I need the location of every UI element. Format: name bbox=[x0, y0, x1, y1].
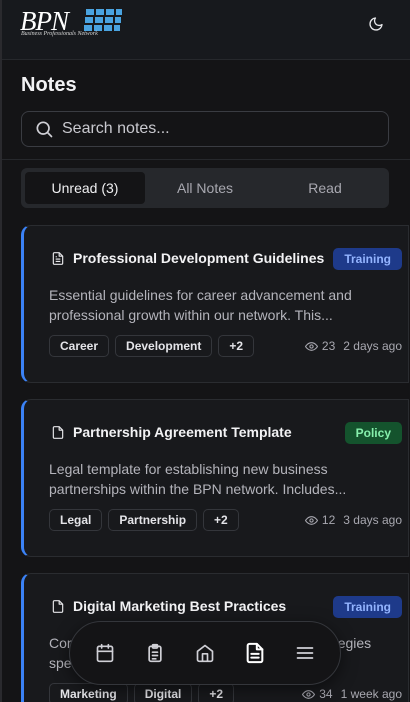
nav-menu-button[interactable] bbox=[285, 633, 325, 673]
tag[interactable]: Career bbox=[49, 335, 110, 357]
note-description: Legal template for establishing new busi… bbox=[49, 461, 347, 497]
tag-more[interactable]: +2 bbox=[203, 509, 239, 531]
category-badge: Policy bbox=[344, 422, 402, 444]
nav-home-button[interactable] bbox=[185, 633, 225, 673]
header-divider bbox=[2, 159, 410, 160]
home-icon bbox=[196, 644, 214, 663]
tag-more[interactable]: +2 bbox=[198, 683, 235, 702]
tag[interactable]: Partnership bbox=[108, 509, 198, 531]
note-tags: Marketing Digital +2 bbox=[49, 683, 235, 702]
app-frame: BPN Business Professionals Network Notes… bbox=[0, 0, 410, 702]
tag-more[interactable]: +2 bbox=[218, 335, 255, 357]
note-card[interactable]: Partnership Agreement Template Policy Le… bbox=[21, 399, 409, 557]
search-bar[interactable] bbox=[21, 111, 389, 147]
notes-icon bbox=[246, 642, 264, 664]
nav-tasks-button[interactable] bbox=[135, 633, 175, 673]
logo-grid-icon bbox=[84, 9, 122, 31]
logo-subtitle: Business Professionals Network bbox=[21, 31, 98, 37]
note-meta: 12 3 days ago bbox=[304, 513, 402, 527]
page-title: Notes bbox=[21, 74, 77, 96]
calendar-icon bbox=[96, 643, 114, 663]
notes-tabs: Unread (3) All Notes Read bbox=[21, 168, 389, 208]
eye-icon bbox=[304, 341, 318, 351]
note-tags: Legal Partnership +2 bbox=[49, 509, 239, 531]
theme-toggle-button[interactable] bbox=[364, 12, 388, 36]
note-meta: 34 1 week ago bbox=[302, 687, 402, 701]
document-icon bbox=[52, 599, 64, 613]
note-title: Professional Development Guidelines bbox=[73, 250, 325, 266]
nav-calendar-button[interactable] bbox=[85, 633, 125, 673]
tab-read[interactable]: Read bbox=[265, 172, 385, 204]
tag[interactable]: Legal bbox=[49, 509, 103, 531]
tag[interactable]: Digital bbox=[133, 683, 193, 702]
note-time: 2 days ago bbox=[343, 339, 402, 353]
bottom-navigation bbox=[69, 621, 341, 685]
nav-notes-button[interactable] bbox=[235, 633, 275, 673]
eye-icon bbox=[302, 689, 316, 699]
search-input[interactable] bbox=[62, 120, 362, 138]
note-title: Partnership Agreement Template bbox=[73, 424, 292, 440]
note-title: Digital Marketing Best Practices bbox=[73, 598, 287, 614]
document-text-icon bbox=[52, 251, 64, 265]
search-icon bbox=[36, 121, 53, 138]
bpn-logo[interactable]: BPN Business Professionals Network bbox=[20, 6, 130, 42]
note-card[interactable]: Professional Development Guidelines Trai… bbox=[21, 225, 409, 383]
note-tags: Career Development +2 bbox=[49, 335, 255, 357]
note-description: Essential guidelines for career advancem… bbox=[49, 287, 352, 323]
note-time: 3 days ago bbox=[343, 513, 402, 527]
eye-icon bbox=[304, 515, 318, 525]
view-count: 23 bbox=[321, 339, 336, 353]
category-badge: Training bbox=[333, 596, 402, 618]
menu-icon bbox=[296, 647, 314, 659]
category-badge: Training bbox=[333, 248, 402, 270]
app-header: BPN Business Professionals Network bbox=[2, 0, 410, 60]
document-icon bbox=[52, 425, 64, 439]
view-count: 34 bbox=[319, 687, 333, 701]
tab-all-notes[interactable]: All Notes bbox=[145, 172, 265, 204]
tab-unread[interactable]: Unread (3) bbox=[25, 172, 145, 204]
view-count: 12 bbox=[321, 513, 336, 527]
note-time: 1 week ago bbox=[340, 687, 402, 701]
note-meta: 23 2 days ago bbox=[304, 339, 402, 353]
tag[interactable]: Development bbox=[115, 335, 213, 357]
tag[interactable]: Marketing bbox=[49, 683, 128, 702]
note-card-header: Digital Marketing Best Practices bbox=[51, 598, 286, 614]
moon-icon bbox=[369, 17, 383, 31]
note-card-header: Partnership Agreement Template bbox=[51, 424, 292, 440]
note-card-header: Professional Development Guidelines bbox=[51, 250, 324, 266]
clipboard-icon bbox=[148, 643, 162, 663]
